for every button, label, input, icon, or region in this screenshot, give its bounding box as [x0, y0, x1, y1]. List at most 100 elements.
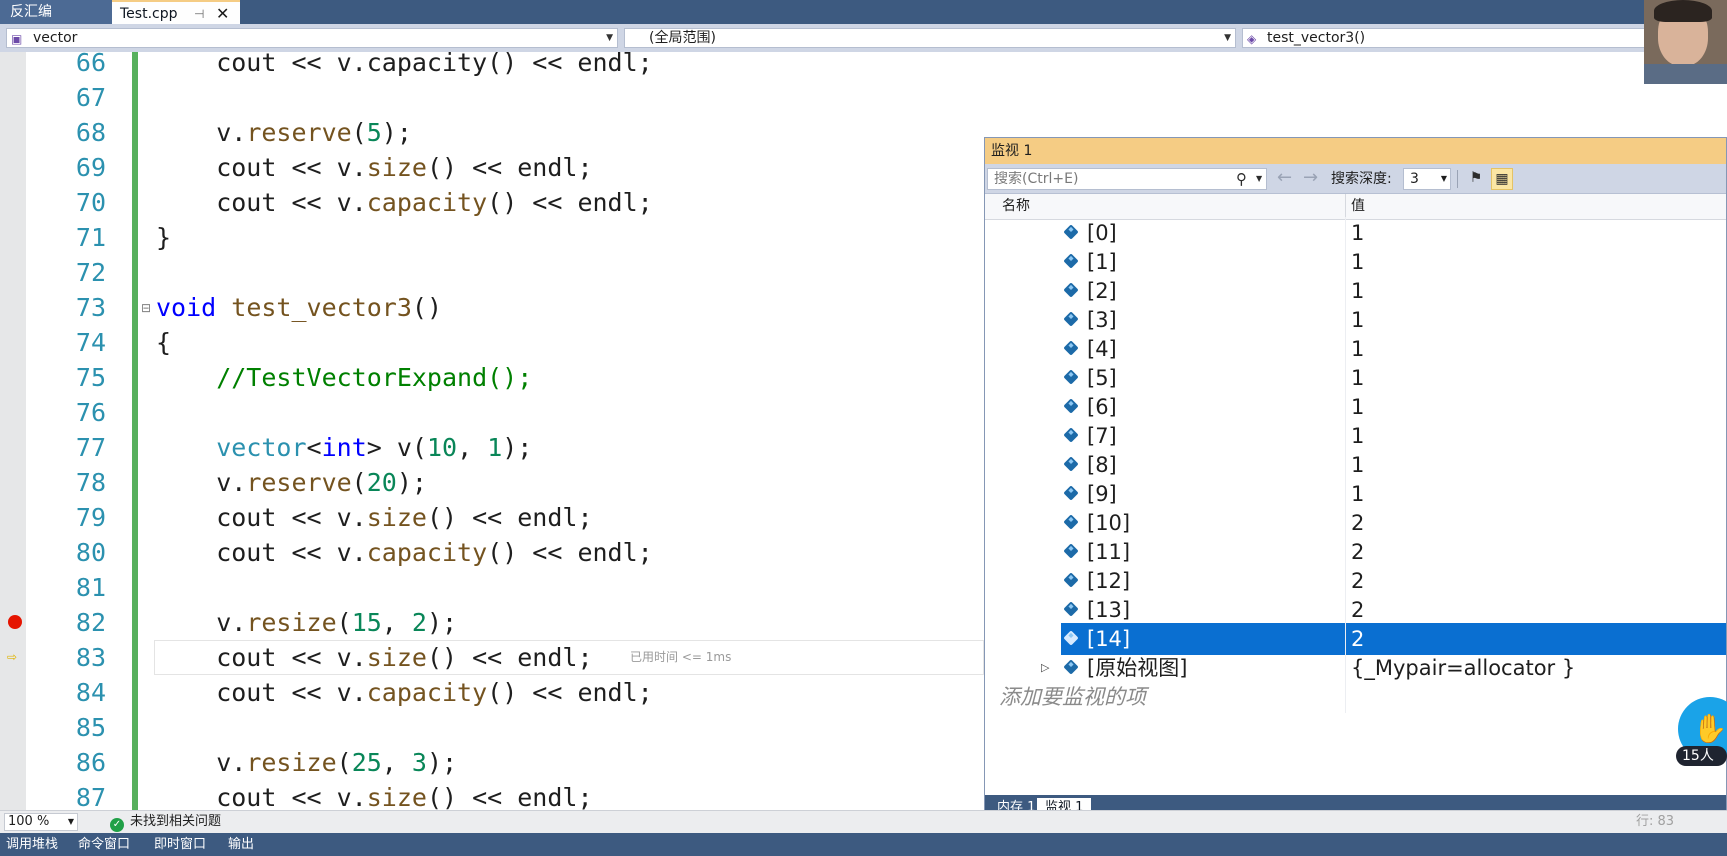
code-text: cout << v.size() << endl;: [156, 150, 592, 185]
watch-row[interactable]: [3] 1: [985, 304, 1726, 336]
watch-value[interactable]: 2: [1351, 507, 1364, 539]
scope-value: (全局范围): [649, 30, 716, 46]
pin-source-icon[interactable]: ⚑: [1465, 168, 1487, 190]
code-token: (: [336, 748, 352, 777]
line-number: 78: [75, 468, 106, 497]
line-number: 83: [75, 643, 106, 672]
watch-value[interactable]: 1: [1351, 449, 1364, 481]
watch-value[interactable]: 1: [1351, 246, 1364, 278]
code-line[interactable]: 67: [0, 80, 1727, 115]
column-value[interactable]: 值: [1351, 194, 1365, 219]
watch-value[interactable]: 1: [1351, 304, 1364, 336]
watch-search-box[interactable]: ⚲ ▼: [987, 168, 1267, 190]
watch-row[interactable]: [9] 1: [985, 478, 1726, 510]
code-token: v.: [156, 118, 247, 147]
watch-row[interactable]: ▷ [原始视图] {_Mypair=allocator }: [985, 652, 1726, 684]
watch-value[interactable]: 2: [1351, 594, 1364, 626]
tab-test-cpp[interactable]: Test.cpp ⊣ ✕: [112, 0, 240, 24]
watch-name: [0]: [1087, 221, 1117, 245]
tab-command-window[interactable]: 命令窗口: [78, 836, 130, 854]
status-bar: 100 % ▼ ✓ 未找到相关问题 行: 83: [0, 810, 1727, 833]
column-divider: [1345, 333, 1346, 365]
watch-value[interactable]: 1: [1351, 478, 1364, 510]
watch-row[interactable]: [4] 1: [985, 333, 1726, 365]
scope-dropdown[interactable]: (全局范围) ▼: [624, 28, 1236, 48]
line-number: 74: [75, 328, 106, 357]
code-token: cout << v.: [156, 783, 367, 810]
watch-row[interactable]: [5] 1: [985, 362, 1726, 394]
watch-name: [11]: [1087, 540, 1131, 564]
search-icon[interactable]: ⚲: [1236, 169, 1247, 189]
method-icon: ◈: [1247, 32, 1257, 46]
watch-name: [3]: [1087, 308, 1117, 332]
field-icon: [1063, 456, 1079, 472]
watch-row[interactable]: [2] 1: [985, 275, 1726, 307]
project-dropdown[interactable]: ▣ vector ▼: [6, 28, 618, 48]
back-arrow-icon[interactable]: ←: [1277, 168, 1292, 188]
tab-output[interactable]: 输出: [228, 836, 254, 854]
code-token: (: [336, 608, 352, 637]
instruction-pointer-icon[interactable]: ⇨: [7, 651, 21, 663]
watch-value[interactable]: 1: [1351, 275, 1364, 307]
watch-row[interactable]: [8] 1: [985, 449, 1726, 481]
pin-icon[interactable]: ⊣: [194, 2, 204, 26]
code-text: }: [156, 220, 171, 255]
code-token: //TestVectorExpand();: [156, 363, 533, 392]
search-depth-dropdown[interactable]: 3 ▼: [1403, 168, 1451, 190]
watch-value[interactable]: 2: [1351, 565, 1364, 597]
watch-toolbar: ⚲ ▼ ← → 搜索深度: 3 ▼ ⚑ ▦: [985, 164, 1726, 194]
code-token: 2: [411, 608, 427, 637]
watch-name: [6]: [1087, 395, 1117, 419]
code-token: () << endl;: [487, 188, 653, 217]
tab-call-stack[interactable]: 调用堆栈: [6, 836, 58, 854]
chevron-down-icon[interactable]: ▼: [1256, 169, 1262, 189]
tab-immediate-window[interactable]: 即时窗口: [154, 836, 206, 854]
code-text: v.resize(25, 3);: [156, 745, 457, 780]
collapse-outline-icon[interactable]: ⊟: [141, 302, 151, 314]
code-line[interactable]: 66 cout << v.capacity() << endl;: [0, 52, 1727, 80]
code-text: vector<int> v(10, 1);: [156, 430, 532, 465]
close-icon[interactable]: ✕: [216, 2, 229, 26]
code-token: v.: [156, 468, 247, 497]
perf-tip-elapsed[interactable]: 已用时间 <= 1ms: [630, 640, 731, 675]
zoom-dropdown[interactable]: 100 % ▼: [4, 813, 78, 831]
code-token: test_vector3: [231, 293, 412, 322]
watch-row[interactable]: [7] 1: [985, 420, 1726, 452]
watch-row[interactable]: [11] 2: [985, 536, 1726, 568]
watch-value[interactable]: 2: [1351, 623, 1364, 655]
hex-display-icon[interactable]: ▦: [1491, 168, 1513, 190]
issues-indicator[interactable]: ✓ 未找到相关问题: [110, 813, 221, 832]
watch-row[interactable]: [10] 2: [985, 507, 1726, 539]
watch-row[interactable]: [12] 2: [985, 565, 1726, 597]
watch-value[interactable]: 1: [1351, 333, 1364, 365]
expand-arrow-icon[interactable]: ▷: [1041, 652, 1049, 684]
watch-value[interactable]: 1: [1351, 217, 1364, 249]
watch-title[interactable]: 监视 1: [985, 138, 1726, 164]
breakpoint-icon[interactable]: [8, 615, 22, 629]
watch-value[interactable]: 1: [1351, 362, 1364, 394]
column-divider: [1345, 420, 1346, 452]
field-icon: [1063, 514, 1079, 530]
watch-value[interactable]: {_Mypair=allocator }: [1351, 652, 1575, 684]
watch-value[interactable]: 2: [1351, 536, 1364, 568]
watch-row[interactable]: [0] 1: [985, 217, 1726, 249]
add-watch-item[interactable]: 添加要监视的项: [985, 681, 1726, 713]
column-divider[interactable]: [1345, 194, 1346, 219]
watch-row[interactable]: [1] 1: [985, 246, 1726, 278]
watch-value[interactable]: 1: [1351, 420, 1364, 452]
column-divider: [1345, 652, 1346, 684]
check-icon: ✓: [110, 818, 124, 832]
search-input[interactable]: [994, 171, 1224, 187]
watch-row[interactable]: [13] 2: [985, 594, 1726, 626]
watch-row[interactable]: [14] 2: [985, 623, 1726, 655]
forward-arrow-icon[interactable]: →: [1303, 168, 1318, 188]
field-icon: [1063, 398, 1079, 414]
tab-disassembly[interactable]: 反汇编: [0, 0, 112, 24]
watch-value[interactable]: 1: [1351, 391, 1364, 423]
watch-row[interactable]: [6] 1: [985, 391, 1726, 423]
code-text: v.reserve(5);: [156, 115, 412, 150]
column-name[interactable]: 名称: [1002, 194, 1030, 219]
chevron-down-icon: ▼: [67, 817, 74, 826]
code-token: 20: [366, 468, 397, 497]
